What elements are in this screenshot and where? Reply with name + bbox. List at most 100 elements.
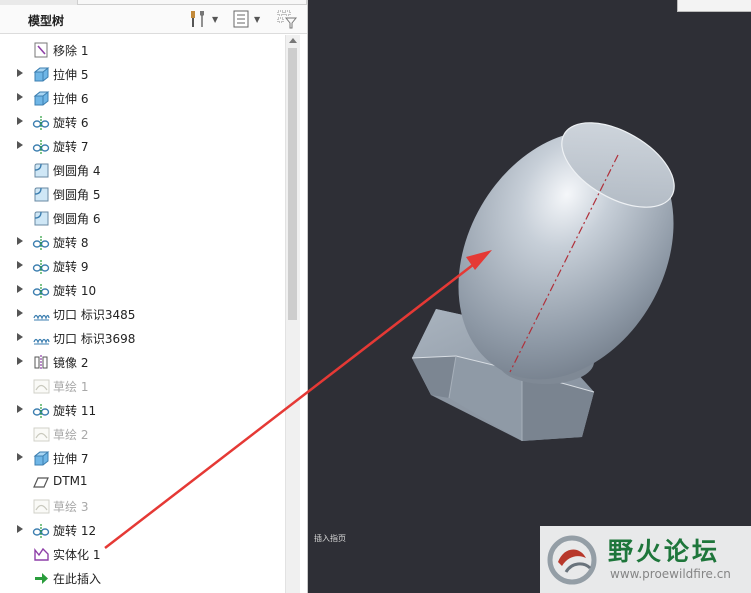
tree-item[interactable]: 切口 标识3485 <box>0 302 285 326</box>
tree-item[interactable]: 拉伸 5 <box>0 62 285 86</box>
tree-columns-button[interactable]: ▼ <box>232 9 260 29</box>
sketch-icon <box>33 379 50 394</box>
revolve-icon <box>32 524 50 538</box>
tree-item-label: 旋转 9 <box>53 260 89 274</box>
expand-arrow-icon[interactable] <box>17 93 23 101</box>
chevron-down-icon: ▼ <box>212 14 219 24</box>
tree-item[interactable]: 倒圆角 4 <box>0 158 285 182</box>
expand-arrow-icon[interactable] <box>17 141 23 149</box>
round-icon <box>34 163 49 178</box>
tree-item-label: 移除 1 <box>53 44 89 58</box>
tree-item[interactable]: 旋转 10 <box>0 278 285 302</box>
tree-item-label: 旋转 7 <box>53 140 89 154</box>
sketch-icon <box>33 499 50 514</box>
extrude-icon <box>33 67 50 82</box>
tree-item-label: 切口 标识3485 <box>53 308 136 322</box>
tree-item[interactable]: 旋转 11 <box>0 398 285 422</box>
watermark-title: 野火论坛 <box>608 537 721 566</box>
tree-item-label: 镜像 2 <box>53 356 89 370</box>
expand-arrow-icon[interactable] <box>17 261 23 269</box>
model-tree-panel: 模型树 ▼ ▼ 移除 1 拉伸 5 拉伸 6 旋转 6 旋转 7 倒圆角 4 倒… <box>0 0 308 593</box>
tree-item-label: 旋转 10 <box>53 284 97 298</box>
tree-item[interactable]: 实体化 1 <box>0 542 285 566</box>
tree-item-label: 拉伸 7 <box>53 452 89 466</box>
watermark: 野火论坛 www.proewildfire.cn <box>540 526 751 593</box>
model-tree: 移除 1 拉伸 5 拉伸 6 旋转 6 旋转 7 倒圆角 4 倒圆角 5 倒圆角 6 旋转 8 旋… <box>0 35 285 593</box>
solidify-icon <box>34 547 49 561</box>
extrude-icon <box>33 451 50 466</box>
tree-item-label: 拉伸 5 <box>53 68 89 82</box>
revolve-icon <box>32 284 50 298</box>
tree-item[interactable]: 在此插入 <box>0 566 285 590</box>
tree-item[interactable]: 旋转 8 <box>0 230 285 254</box>
expand-arrow-icon[interactable] <box>17 285 23 293</box>
tree-item[interactable]: 旋转 6 <box>0 110 285 134</box>
expand-arrow-icon[interactable] <box>17 69 23 77</box>
scroll-thumb[interactable] <box>288 48 297 320</box>
tree-item-label: 倒圆角 6 <box>53 212 101 226</box>
tree-item-label: 旋转 8 <box>53 236 89 250</box>
tree-item-label: 在此插入 <box>53 572 102 586</box>
insert-here-arrow-icon <box>35 573 48 584</box>
expand-arrow-icon[interactable] <box>17 405 23 413</box>
expand-arrow-icon[interactable] <box>17 453 23 461</box>
tree-item[interactable]: 切口 标识3698 <box>0 326 285 350</box>
tree-item[interactable]: 旋转 7 <box>0 134 285 158</box>
tree-item[interactable]: 拉伸 6 <box>0 86 285 110</box>
forum-logo-icon <box>547 535 597 585</box>
tree-item[interactable]: 旋转 12 <box>0 518 285 542</box>
tree-item[interactable]: 旋转 9 <box>0 254 285 278</box>
scroll-up-arrow-icon[interactable] <box>289 38 297 43</box>
round-icon <box>34 187 49 202</box>
settings-tools-icon <box>191 11 204 27</box>
tree-item-label: 拉伸 6 <box>53 92 89 106</box>
cosmetic-thread-icon <box>33 338 50 345</box>
tree-item[interactable]: 倒圆角 5 <box>0 182 285 206</box>
expand-arrow-icon[interactable] <box>17 117 23 125</box>
tree-item[interactable]: 草绘 1 <box>0 374 285 398</box>
filter-icon <box>277 10 298 29</box>
tree-item-label: 草绘 2 <box>53 428 89 442</box>
tree-item[interactable]: DTM1 <box>0 470 285 494</box>
expand-arrow-icon[interactable] <box>17 309 23 317</box>
model-render <box>308 122 675 441</box>
extrude-icon <box>33 91 50 106</box>
revolve-icon <box>32 140 50 154</box>
datum-plane-icon <box>33 477 49 488</box>
settings-button[interactable]: ▼ <box>188 9 218 29</box>
revolve-icon <box>32 260 50 274</box>
tree-item[interactable]: 拉伸 7 <box>0 446 285 470</box>
sketch-icon <box>33 427 50 442</box>
cosmetic-thread-icon <box>33 314 50 321</box>
tree-item-label: 旋转 12 <box>53 524 97 538</box>
filter-button[interactable] <box>276 9 298 29</box>
expand-arrow-icon[interactable] <box>17 333 23 341</box>
panel-title: 模型树 <box>28 14 65 28</box>
revolve-icon <box>32 236 50 250</box>
graphics-viewport[interactable]: 插入指页 野火论坛 www.proewildfire.cn <box>308 0 751 593</box>
tree-columns-icon <box>233 10 249 28</box>
tree-item-label: 实体化 1 <box>53 548 101 562</box>
revolve-icon <box>32 404 50 418</box>
tree-item[interactable]: 倒圆角 6 <box>0 206 285 230</box>
insert-hint-label: 插入指页 <box>314 534 346 543</box>
round-icon <box>34 211 49 226</box>
tree-item-label: 倒圆角 5 <box>53 188 101 202</box>
tree-item-label: 倒圆角 4 <box>53 164 101 178</box>
tree-item-label: 草绘 1 <box>53 380 89 394</box>
tree-item[interactable]: 镜像 2 <box>0 350 285 374</box>
watermark-url: www.proewildfire.cn <box>610 567 731 581</box>
view-toolbar[interactable] <box>677 0 751 12</box>
tree-item-label: 草绘 3 <box>53 500 89 514</box>
chevron-down-icon: ▼ <box>254 14 261 24</box>
tree-item[interactable]: 草绘 2 <box>0 422 285 446</box>
revolve-icon <box>32 116 50 130</box>
model-tree-header: 模型树 ▼ ▼ <box>0 5 307 34</box>
expand-arrow-icon[interactable] <box>17 525 23 533</box>
tree-scrollbar[interactable] <box>285 35 300 593</box>
expand-arrow-icon[interactable] <box>17 237 23 245</box>
tree-item-label: 旋转 11 <box>53 404 97 418</box>
tree-item[interactable]: 草绘 3 <box>0 494 285 518</box>
expand-arrow-icon[interactable] <box>17 357 23 365</box>
tree-item[interactable]: 移除 1 <box>0 38 285 62</box>
